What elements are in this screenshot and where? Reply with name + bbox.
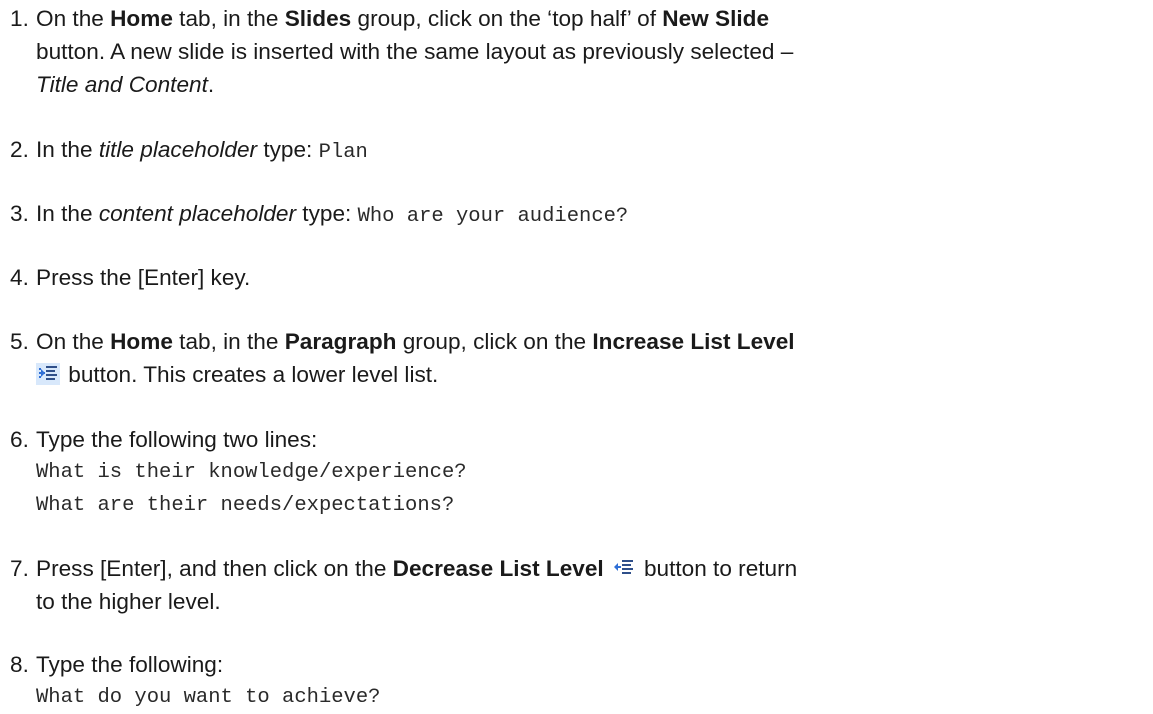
step-body: In the title placeholder type: Plan xyxy=(36,133,1153,166)
step-body: On the Home tab, in the Slides group, cl… xyxy=(36,2,1153,101)
step-line: In the title placeholder type: Plan xyxy=(36,133,1153,166)
ui-term-paragraph: Paragraph xyxy=(284,329,397,354)
text: button to return xyxy=(637,556,798,581)
step-line: On the Home tab, in the Slides group, cl… xyxy=(36,2,1153,35)
text: On the xyxy=(36,6,111,31)
step-number: 5. xyxy=(10,329,29,354)
ui-term-home: Home xyxy=(110,6,173,31)
typed-line: What are their needs/expectations? xyxy=(36,494,455,517)
text: On the xyxy=(36,329,111,354)
ui-term-decrease-list-level: Decrease List Level xyxy=(392,556,604,581)
step-line: Type the following: xyxy=(36,652,224,677)
text: button. This creates a lower level list. xyxy=(62,362,439,387)
step-number: 6. xyxy=(10,427,29,452)
step-body: Type the following two lines: What is th… xyxy=(36,423,1153,522)
typed-line: What is their knowledge/experience? xyxy=(36,461,467,484)
step-number: 7. xyxy=(10,556,29,581)
typed-text: Plan xyxy=(318,141,368,164)
step-number: 4. xyxy=(10,265,29,290)
step-number: 3. xyxy=(10,201,29,226)
step-body: Press [Enter], and then click on the Dec… xyxy=(36,552,1153,618)
step-line: Type the following two lines: xyxy=(36,427,318,452)
step-body: Press the [Enter] key. xyxy=(36,261,1153,294)
step-line: to the higher level. xyxy=(36,589,221,614)
step-body: In the content placeholder type: Who are… xyxy=(36,197,1153,230)
text: type: xyxy=(257,137,319,162)
placeholder-term: content placeholder xyxy=(98,201,297,226)
typed-line: What do you want to achieve? xyxy=(36,686,381,709)
decrease-list-level-icon xyxy=(612,557,636,579)
step-line: Press [Enter], and then click on the Dec… xyxy=(36,552,1153,585)
text: type: xyxy=(296,201,358,226)
step-body: Type the following: What do you want to … xyxy=(36,648,1153,714)
text: In the xyxy=(36,201,99,226)
text: group, click on the ‘top half’ of xyxy=(351,6,663,31)
step-line: Press the [Enter] key. xyxy=(36,265,251,290)
text: group, click on the xyxy=(396,329,593,354)
text: . xyxy=(207,72,215,97)
text: In the xyxy=(36,137,99,162)
step-line: button. A new slide is inserted with the… xyxy=(36,39,794,64)
ui-term-new-slide: New Slide xyxy=(662,6,770,31)
step-body: On the Home tab, in the Paragraph group,… xyxy=(36,325,1153,391)
text: Press [Enter], and then click on the xyxy=(36,556,393,581)
step-line: button. This creates a lower level list. xyxy=(36,358,1153,391)
step-line: In the content placeholder type: Who are… xyxy=(36,197,1153,230)
layout-name: Title and Content xyxy=(36,72,208,97)
step-number: 1. xyxy=(10,6,29,31)
increase-list-level-icon xyxy=(36,363,60,385)
typed-text: Who are your audience? xyxy=(357,205,629,228)
text: tab, in the xyxy=(172,6,285,31)
step-line: Title and Content. xyxy=(36,68,1153,101)
ui-term-home: Home xyxy=(110,329,173,354)
ui-term-slides: Slides xyxy=(284,6,352,31)
step-line: On the Home tab, in the Paragraph group,… xyxy=(36,325,1153,358)
step-number: 8. xyxy=(10,652,29,677)
ui-term-increase-list-level: Increase List Level xyxy=(592,329,795,354)
placeholder-term: title placeholder xyxy=(98,137,258,162)
text: tab, in the xyxy=(172,329,285,354)
step-number: 2. xyxy=(10,137,29,162)
